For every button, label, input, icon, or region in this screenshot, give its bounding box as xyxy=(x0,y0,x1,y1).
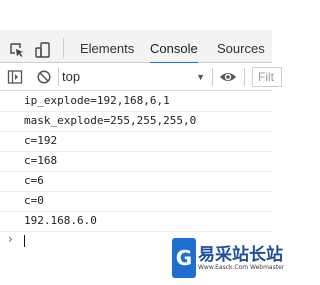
watermark-title: 易采站长站 xyxy=(198,245,283,265)
toolbar-separator xyxy=(58,68,59,86)
console-sidebar-icon[interactable] xyxy=(7,69,23,85)
log-text: 192.168.6.0 xyxy=(24,214,97,227)
tab-console[interactable]: Console xyxy=(150,36,198,64)
prompt-chevron-icon: › xyxy=(8,232,13,246)
device-toolbar-icon[interactable] xyxy=(34,41,52,59)
console-log-line: mask_explode=255,255,255,0 xyxy=(0,112,272,132)
log-text: c=168 xyxy=(24,154,58,167)
filter-input[interactable]: Filt xyxy=(252,67,282,87)
console-log-line: c=192 xyxy=(0,132,272,152)
watermark-logo-letter: G xyxy=(175,246,193,270)
context-value: top xyxy=(62,69,81,84)
log-text: c=0 xyxy=(24,194,44,207)
caret-down-icon: ▼ xyxy=(196,72,205,82)
toolbar-separator xyxy=(244,68,245,86)
tab-separator xyxy=(63,38,64,58)
toolbar-separator xyxy=(212,68,213,86)
console-log-line: c=0 xyxy=(0,192,272,212)
clear-console-icon[interactable] xyxy=(36,69,52,85)
tab-elements[interactable]: Elements xyxy=(80,36,134,62)
log-text: c=6 xyxy=(24,174,44,187)
watermark-subtitle: Www.Easck.Com Webmaster xyxy=(198,264,285,271)
console-log-line: 192.168.6.0 xyxy=(0,212,272,232)
log-text: mask_explode=255,255,255,0 xyxy=(24,114,197,127)
log-text: ip_explode=192,168,6,1 xyxy=(24,94,170,107)
context-selector[interactable]: top ▼ xyxy=(62,67,209,87)
console-log-line: c=168 xyxy=(0,152,272,172)
window-top-area xyxy=(0,0,272,30)
tab-sources[interactable]: Sources xyxy=(217,36,265,62)
log-text: c=192 xyxy=(24,134,58,147)
console-log-line: c=6 xyxy=(0,172,272,192)
console-log-line: ip_explode=192,168,6,1 xyxy=(0,92,272,112)
text-cursor xyxy=(24,235,25,247)
inspect-element-icon[interactable] xyxy=(8,41,26,59)
eye-icon[interactable] xyxy=(219,69,237,85)
watermark: G 易采站长站 Www.Easck.Com Webmaster xyxy=(172,238,284,285)
watermark-logo: G xyxy=(172,238,196,278)
